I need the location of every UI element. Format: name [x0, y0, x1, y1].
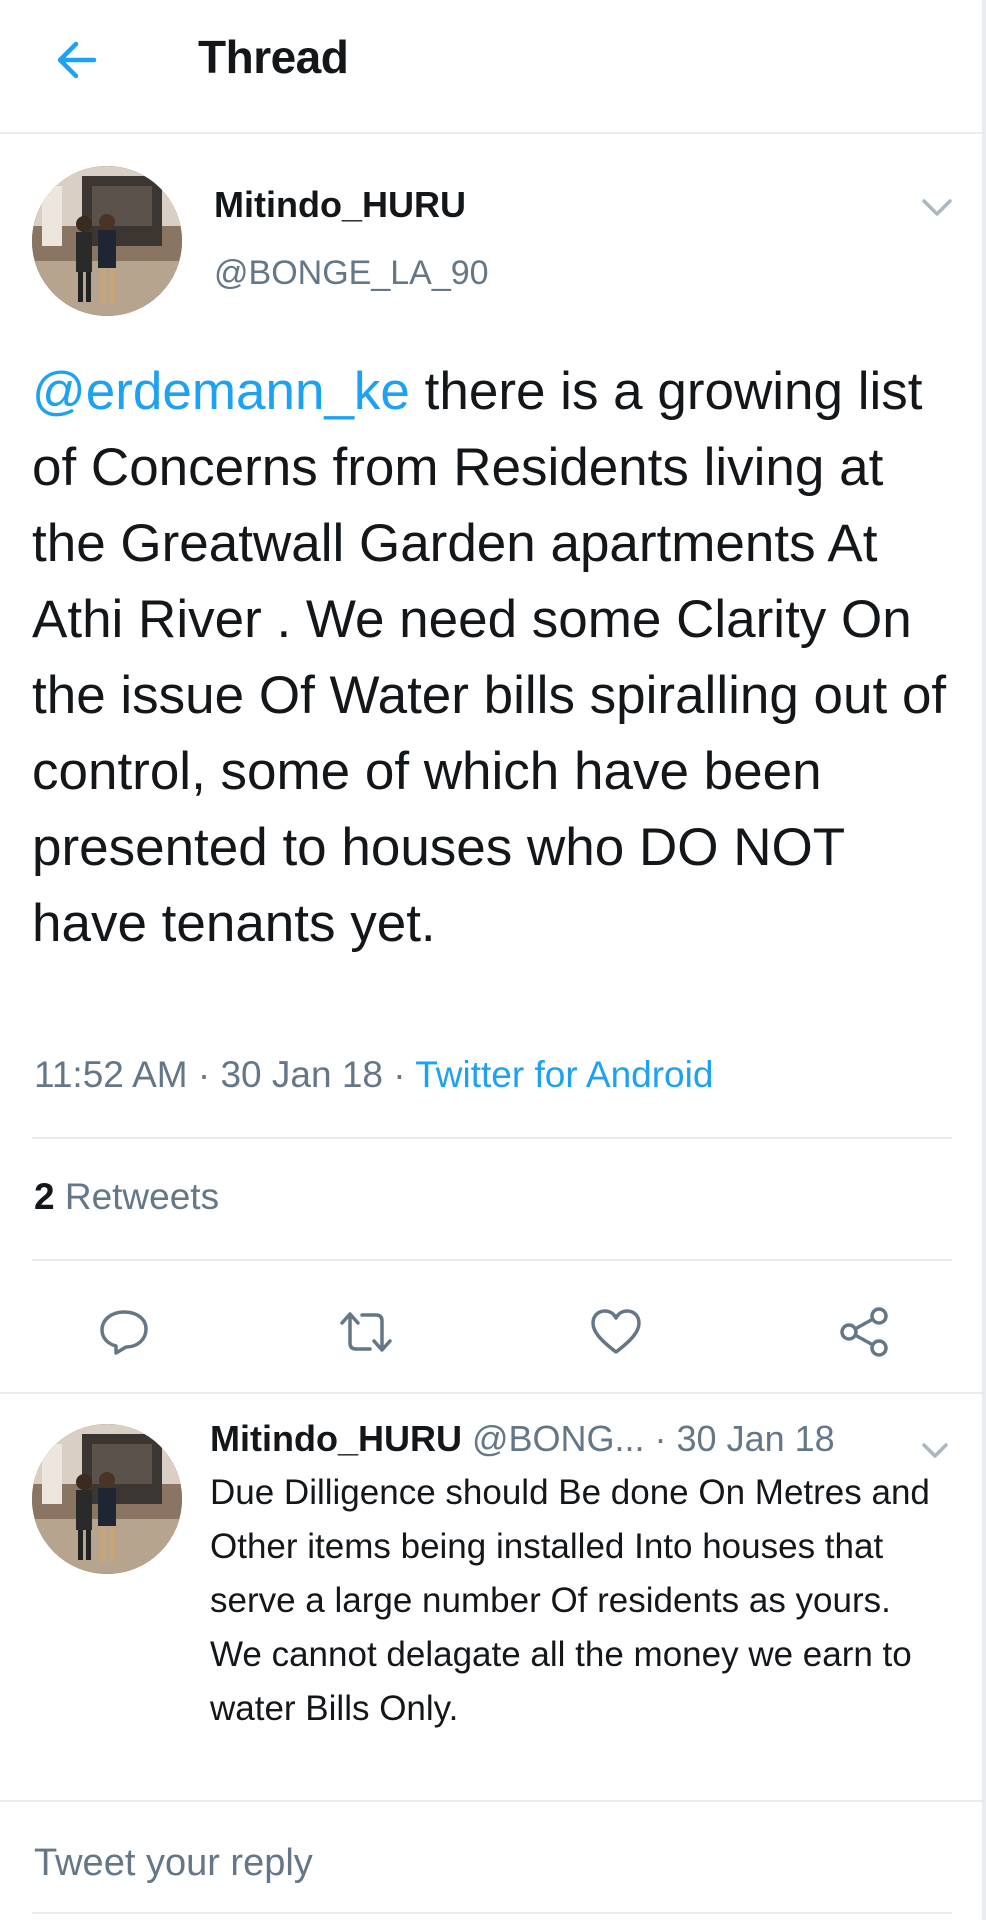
divider [0, 1392, 982, 1394]
tweet-text: @erdemann_ke there is a growing list of … [32, 354, 952, 962]
retweet-number: 2 [34, 1176, 55, 1217]
tweet-time: 11:52 AM [34, 1054, 188, 1095]
mention-link[interactable]: @erdemann_ke [32, 362, 410, 421]
reply-button[interactable] [92, 1300, 156, 1364]
reply-composer[interactable]: Tweet your reply [34, 1842, 313, 1885]
avatar[interactable] [32, 166, 182, 316]
reply-paragraph: We cannot delagate all the money we earn… [210, 1635, 912, 1728]
retweet-icon [340, 1312, 392, 1352]
chevron-down-icon[interactable] [920, 196, 954, 220]
tweet-source[interactable]: Twitter for Android [415, 1054, 713, 1095]
tweet-body: there is a growing list of Concerns from… [32, 362, 947, 953]
reply-icon [100, 1310, 148, 1355]
tweet-date: 30 Jan 18 [220, 1054, 384, 1095]
chevron-down-icon[interactable] [920, 1440, 950, 1462]
reply-paragraph: Due Dilligence should Be done On Metres … [210, 1473, 930, 1620]
meta-separator: · [383, 1054, 416, 1095]
like-button[interactable] [584, 1300, 648, 1364]
meta-separator: · [187, 1054, 221, 1095]
share-icon [840, 1307, 888, 1357]
retweet-button[interactable] [334, 1300, 398, 1364]
divider [32, 1259, 952, 1261]
reply-author-handle[interactable]: @BONG... [462, 1418, 645, 1459]
reply-author-name[interactable]: Mitindo_HURU [210, 1418, 462, 1459]
divider [32, 1137, 952, 1139]
like-icon [591, 1309, 641, 1354]
back-arrow-icon [57, 41, 97, 79]
divider [32, 1912, 952, 1914]
divider [0, 1800, 982, 1802]
page-title: Thread [198, 31, 349, 83]
author-name[interactable]: Mitindo_HURU [214, 184, 466, 226]
reply-text: Due Dilligence should Be done On Metres … [210, 1466, 970, 1736]
reply-header: Mitindo_HURU @BONG... · 30 Jan 18 [210, 1418, 835, 1460]
retweet-count[interactable]: 2 Retweets [34, 1176, 219, 1218]
share-button[interactable] [832, 1300, 896, 1364]
author-handle[interactable]: @BONGE_LA_90 [214, 254, 489, 293]
back-button[interactable] [44, 28, 108, 92]
reply-avatar[interactable] [32, 1424, 182, 1574]
right-border [982, 0, 986, 1920]
top-bar: Thread [0, 0, 986, 134]
tweet-meta: 11:52 AM · 30 Jan 18 · Twitter for Andro… [34, 1054, 713, 1096]
reply-date: · 30 Jan 18 [644, 1418, 835, 1459]
retweet-label: Retweets [54, 1176, 220, 1217]
